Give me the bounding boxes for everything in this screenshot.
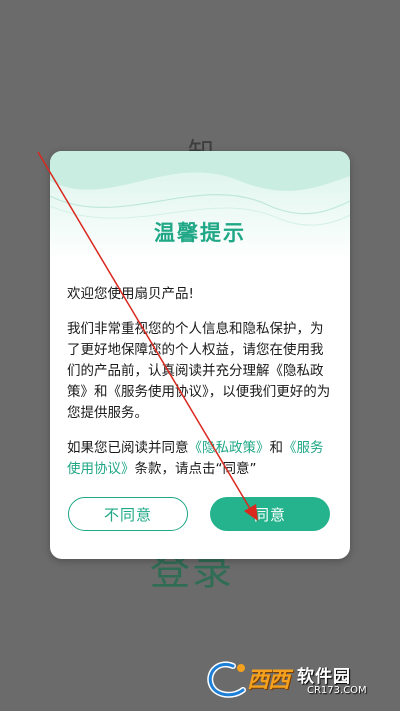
dialog-content: 欢迎您使用扇贝产品! 我们非常重视您的个人信息和隐私保护，为了更好地保障您的个人… — [67, 284, 335, 494]
privacy-dialog: 温馨提示 欢迎您使用扇贝产品! 我们非常重视您的个人信息和隐私保护，为了更好地保… — [50, 151, 350, 559]
agree-button[interactable]: 同意 — [210, 497, 330, 531]
privacy-paragraph: 我们非常重视您的个人信息和隐私保护，为了更好地保障您的个人权益，请您在使用我们的… — [67, 321, 331, 421]
welcome-text: 欢迎您使用扇贝产品! — [67, 286, 194, 302]
consent-suffix: 条款，请点击“同意” — [134, 461, 257, 477]
privacy-policy-link[interactable]: 《隐私政策》 — [189, 440, 270, 456]
dialog-title: 温馨提示 — [154, 221, 246, 245]
watermark-title: 软件园 — [297, 667, 351, 687]
watermark-brand: 西西 — [247, 668, 290, 693]
consent-text: 如果您已阅读并同意《隐私政策》和《服务使用协议》条款，请点击“同意” — [67, 438, 335, 480]
disagree-button[interactable]: 不同意 — [68, 497, 188, 531]
consent-prefix: 如果您已阅读并同意 — [67, 440, 189, 456]
watermark: 西西 软件园 CR173.COM — [203, 658, 393, 702]
consent-and: 和 — [269, 440, 284, 456]
watermark-url: CR173.COM — [307, 685, 367, 696]
